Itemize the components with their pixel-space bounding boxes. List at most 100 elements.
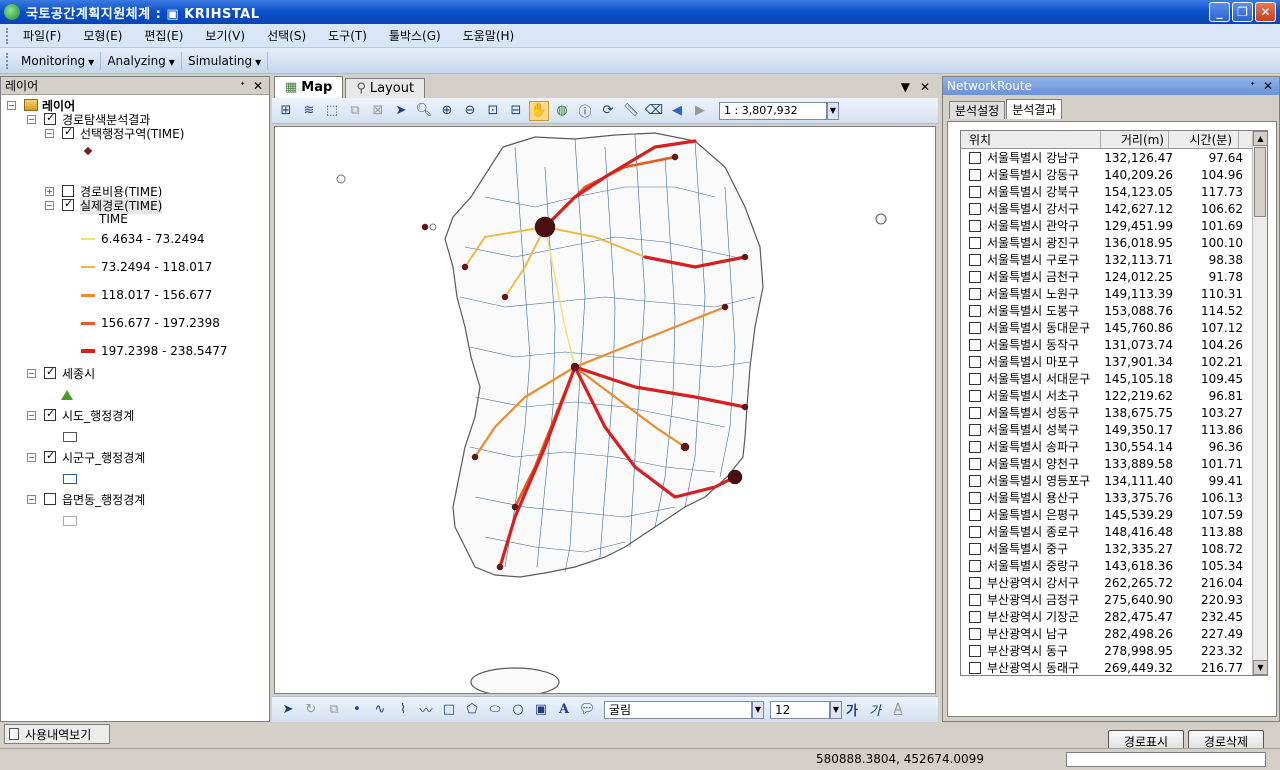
chevron-down-icon[interactable]: ▼	[752, 700, 764, 719]
toolbar-grip[interactable]	[6, 52, 9, 69]
layer-selected-region[interactable]: − 선택행정구역(TIME)	[45, 125, 184, 141]
layer-checkbox[interactable]	[44, 493, 56, 505]
row-checkbox[interactable]	[969, 406, 981, 419]
rectangle-icon[interactable]: □	[439, 700, 459, 720]
layer-eupmyeon[interactable]: − 읍면동_행정경계	[27, 491, 145, 507]
close-icon[interactable]: ✕	[920, 80, 930, 94]
table-row[interactable]: 서울특별시 구로구 132,113.71 98.38	[961, 251, 1267, 268]
table-row[interactable]: 부산광역시 강서구 262,265.72 216.04	[961, 574, 1267, 591]
table-row[interactable]: 서울특별시 영등포구 134,111.40 99.41	[961, 472, 1267, 489]
row-checkbox[interactable]	[969, 253, 981, 266]
row-checkbox[interactable]	[969, 202, 981, 215]
scroll-thumb[interactable]	[1254, 147, 1266, 217]
row-checkbox[interactable]	[969, 321, 981, 334]
table-row[interactable]: 서울특별시 성동구 138,675.75 103.27	[961, 404, 1267, 421]
table-row[interactable]: 서울특별시 양천구 133,889.58 101.71	[961, 455, 1267, 472]
eraser-icon[interactable]: ⌫	[644, 101, 664, 121]
table-row[interactable]: 서울특별시 마포구 137,901.34 102.21	[961, 353, 1267, 370]
layer-checkbox[interactable]	[62, 185, 74, 197]
table-row[interactable]: 서울특별시 강서구 142,627.12 106.62	[961, 200, 1267, 217]
zoom-out-icon[interactable]: ⊖	[460, 101, 480, 121]
monitoring-dropdown[interactable]: Monitoring ▼	[15, 51, 102, 70]
collapse-icon[interactable]: −	[27, 494, 36, 504]
ellipse-icon[interactable]: ⬭	[485, 700, 505, 720]
col-distance[interactable]: 거리(m)	[1101, 131, 1169, 148]
row-checkbox[interactable]	[969, 423, 981, 436]
row-checkbox[interactable]	[969, 661, 981, 674]
collapse-icon[interactable]: −	[27, 452, 36, 462]
tab-analysis-results[interactable]: 분석결과	[1006, 99, 1063, 119]
scroll-down-icon[interactable]: ▼	[1253, 660, 1267, 675]
rotate-icon[interactable]: ↻	[301, 700, 321, 720]
table-row[interactable]: 서울특별시 서대문구 145,105.18 109.45	[961, 370, 1267, 387]
col-time[interactable]: 시간(분)	[1169, 131, 1239, 148]
layer-sido[interactable]: − 시도_행정경계	[27, 407, 134, 423]
table-row[interactable]: 서울특별시 강동구 140,209.26 104.96	[961, 166, 1267, 183]
clear-selection-icon[interactable]: ⊠	[368, 101, 388, 121]
row-checkbox[interactable]	[969, 627, 981, 640]
picture-icon[interactable]: ▣	[531, 700, 551, 720]
chevron-down-icon[interactable]: ▼	[827, 101, 839, 120]
row-checkbox[interactable]	[969, 355, 981, 368]
table-row[interactable]: 서울특별시 동대문구 145,760.86 107.12	[961, 319, 1267, 336]
circle-icon[interactable]: ○	[508, 700, 528, 720]
menu-tools[interactable]: 도구(T)	[320, 25, 375, 46]
text-icon[interactable]: A	[554, 700, 574, 720]
chevron-down-icon[interactable]: ▼	[830, 700, 842, 719]
table-row[interactable]: 서울특별시 중랑구 143,618.36 105.34	[961, 557, 1267, 574]
map-canvas[interactable]	[274, 126, 936, 694]
row-checkbox[interactable]	[969, 457, 981, 470]
row-checkbox[interactable]	[969, 440, 981, 453]
menu-view[interactable]: 보기(V)	[197, 25, 253, 46]
close-button[interactable]: ✕	[1255, 2, 1276, 22]
table-row[interactable]: 서울특별시 중구 132,335.27 108.72	[961, 540, 1267, 557]
table-row[interactable]: 서울특별시 은평구 145,539.29 107.59	[961, 506, 1267, 523]
tab-analysis-settings[interactable]: 분석설정	[949, 101, 1006, 119]
layer-checkbox[interactable]	[44, 111, 56, 125]
collapse-icon[interactable]: −	[27, 368, 36, 378]
select-features-icon[interactable]: ⬚	[322, 101, 342, 121]
row-checkbox[interactable]	[969, 338, 981, 351]
collapse-icon[interactable]: −	[27, 114, 36, 124]
table-row[interactable]: 서울특별시 관악구 129,451.99 101.69	[961, 217, 1267, 234]
pan-hand-icon[interactable]: ✋	[529, 100, 549, 121]
identify-features-icon[interactable]: ⧉	[345, 101, 365, 121]
menu-model[interactable]: 모형(E)	[75, 25, 130, 46]
layer-checkbox[interactable]	[44, 407, 56, 421]
scale-input[interactable]: 1 : 3,807,932	[719, 101, 827, 120]
table-row[interactable]: 서울특별시 송파구 130,554.14 96.36	[961, 438, 1267, 455]
table-row[interactable]: 서울특별시 노원구 149,113.39 110.31	[961, 285, 1267, 302]
restore-button[interactable]: ❐	[1232, 2, 1253, 22]
table-row[interactable]: 부산광역시 동래구 269,449.32 216.77	[961, 659, 1267, 675]
polygon-icon[interactable]: ⬠	[462, 700, 482, 720]
table-row[interactable]: 부산광역시 금정구 275,640.90 220.93	[961, 591, 1267, 608]
layer-sejong[interactable]: − 세종시	[27, 365, 95, 381]
row-checkbox[interactable]	[969, 270, 981, 283]
row-checkbox[interactable]	[969, 576, 981, 589]
results-scrollbar[interactable]: ▲ ▼	[1252, 131, 1267, 675]
fixed-zoom-out-icon[interactable]: ⊟	[506, 101, 526, 121]
row-checkbox[interactable]	[969, 644, 981, 657]
close-icon[interactable]: ✕	[1263, 79, 1273, 93]
row-checkbox[interactable]	[969, 474, 981, 487]
layer-checkbox[interactable]	[62, 197, 74, 211]
curve-icon[interactable]: ∿	[370, 700, 390, 720]
close-icon[interactable]: ✕	[253, 79, 263, 93]
italic-button[interactable]: 가	[865, 700, 885, 720]
layer-checkbox[interactable]	[62, 125, 74, 139]
simulating-dropdown[interactable]: Simulating ▼	[182, 51, 269, 70]
collapse-icon[interactable]: −	[27, 410, 36, 420]
fixed-zoom-in-icon[interactable]: ⊡	[483, 101, 503, 121]
row-checkbox[interactable]	[969, 508, 981, 521]
usage-history-tab[interactable]: 사용내역보기	[4, 724, 110, 744]
table-row[interactable]: 서울특별시 용산구 133,375.76 106.13	[961, 489, 1267, 506]
row-checkbox[interactable]	[969, 372, 981, 385]
table-row[interactable]: 서울특별시 도봉구 153,088.76 114.52	[961, 302, 1267, 319]
row-checkbox[interactable]	[969, 219, 981, 232]
info-icon[interactable]: ⓘ	[575, 101, 595, 121]
marker-point-icon[interactable]: •	[347, 700, 367, 720]
collapse-icon[interactable]: −	[45, 128, 54, 138]
select-element-icon[interactable]: ➤	[278, 700, 298, 720]
table-row[interactable]: 서울특별시 성북구 149,350.17 113.86	[961, 421, 1267, 438]
tab-layout[interactable]: ⚲ Layout	[345, 78, 426, 98]
